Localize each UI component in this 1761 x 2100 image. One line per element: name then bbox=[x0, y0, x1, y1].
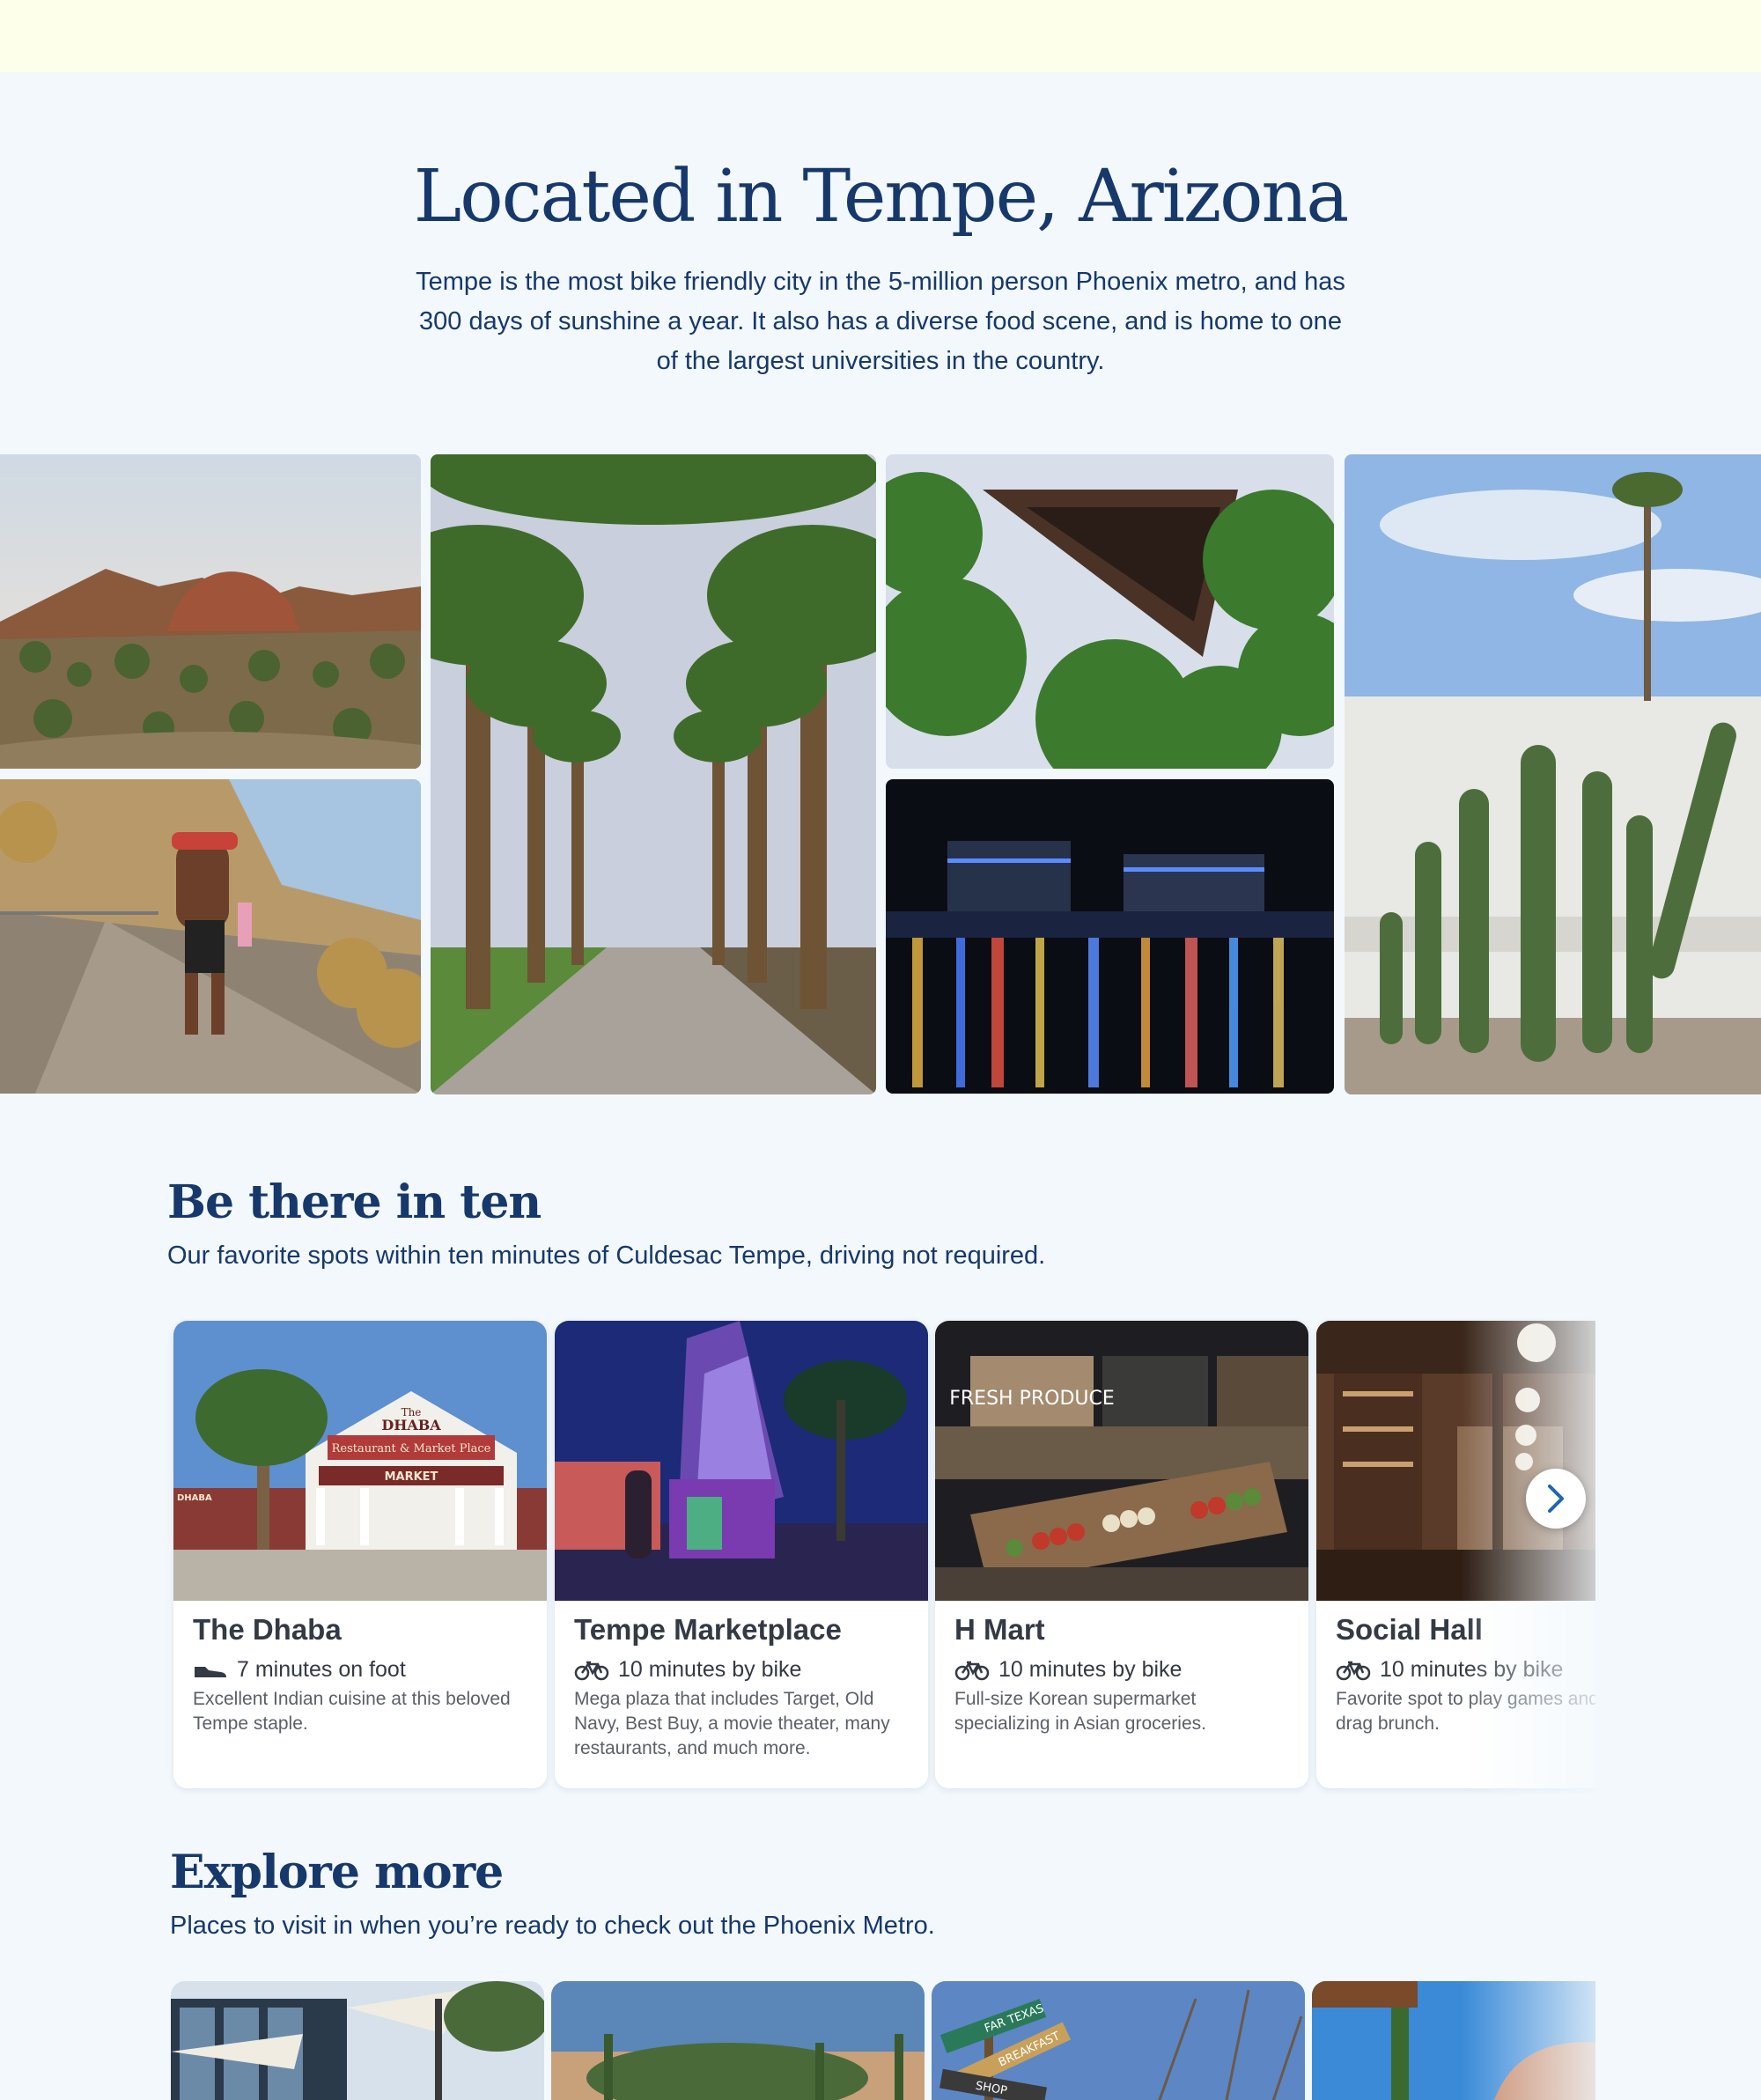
carousel-next-button[interactable] bbox=[1526, 1469, 1586, 1529]
place-name: Tempe Marketplace bbox=[574, 1613, 842, 1646]
bike-icon bbox=[574, 1661, 609, 1680]
shoe-icon bbox=[195, 1666, 226, 1677]
the-dhaba-photo: The DHABA Restaurant & Market Place MARK… bbox=[173, 1321, 547, 1601]
bike-icon bbox=[1336, 1661, 1371, 1680]
carousel-fade bbox=[1462, 1972, 1603, 2100]
place-name: The Dhaba bbox=[193, 1613, 342, 1646]
place-card-tempe-marketplace[interactable]: Tempe Marketplace 10 minutes by bike Meg… bbox=[555, 1321, 928, 1788]
place-travel-time: 7 minutes on foot bbox=[193, 1657, 406, 1683]
tempe-marketplace-photo bbox=[555, 1321, 928, 1601]
nearby-title: Be there in ten bbox=[167, 1175, 542, 1229]
place-description: Excellent Indian cuisine at this beloved… bbox=[193, 1689, 511, 1734]
the-dhaba-sign-line2: DHABA bbox=[381, 1417, 441, 1433]
explore-card-signpost[interactable]: FAR TEXAS BREAKFAST SHOP bbox=[932, 1981, 1305, 2100]
top-banner bbox=[0, 0, 1761, 72]
travel-time-label: 10 minutes by bike bbox=[618, 1657, 802, 1682]
place-card-the-dhaba[interactable]: The DHABA Restaurant & Market Place MARK… bbox=[173, 1321, 547, 1788]
explore-subtitle: Places to visit in when you’re ready to … bbox=[170, 1912, 935, 1940]
photo-palm-walk bbox=[431, 454, 876, 1094]
place-name: H Mart bbox=[954, 1613, 1045, 1646]
travel-time-label: 7 minutes on foot bbox=[237, 1657, 406, 1682]
travel-time-label: 10 minutes by bike bbox=[998, 1657, 1183, 1682]
place-travel-time: 10 minutes by bike bbox=[574, 1657, 801, 1683]
place-card-h-mart[interactable]: FRESH PRODUCE H Mart 10 minutes by bike … bbox=[935, 1321, 1308, 1788]
photo-tempe-town-lake-night bbox=[886, 779, 1334, 1094]
photo-hiker-on-trail bbox=[0, 779, 421, 1094]
place-description: Full-size Korean supermarket specializin… bbox=[954, 1689, 1206, 1734]
nearby-subtitle: Our favorite spots within ten minutes of… bbox=[167, 1242, 1046, 1270]
the-dhaba-side-sign: DHABA bbox=[177, 1493, 212, 1503]
place-description: Mega plaza that includes Target, Old Nav… bbox=[574, 1689, 890, 1758]
photo-desert-mountains bbox=[0, 454, 421, 769]
chevron-right-icon bbox=[1548, 1485, 1564, 1513]
photo-saguaro-cactus bbox=[1345, 454, 1761, 1094]
photo-angular-building bbox=[886, 454, 1334, 769]
bike-icon bbox=[954, 1661, 990, 1680]
the-dhaba-sign-line4: MARKET bbox=[385, 1470, 438, 1484]
explore-card-desert-sunset[interactable] bbox=[551, 1981, 925, 2100]
h-mart-sign: FRESH PRODUCE bbox=[949, 1388, 1115, 1410]
explore-title: Explore more bbox=[170, 1846, 504, 1899]
h-mart-photo: FRESH PRODUCE bbox=[935, 1321, 1308, 1601]
carousel-fade bbox=[1462, 1303, 1603, 1805]
page-intro: Tempe is the most bike friendly city in … bbox=[416, 268, 1345, 375]
place-name: Social Hall bbox=[1336, 1613, 1483, 1646]
explore-card-modern-building[interactable] bbox=[171, 1981, 544, 2100]
the-dhaba-sign-line3: Restaurant & Market Place bbox=[332, 1442, 491, 1455]
place-travel-time: 10 minutes by bike bbox=[954, 1657, 1182, 1683]
right-margin bbox=[1595, 1303, 1761, 2100]
page-title: Located in Tempe, Arizona bbox=[413, 155, 1349, 239]
